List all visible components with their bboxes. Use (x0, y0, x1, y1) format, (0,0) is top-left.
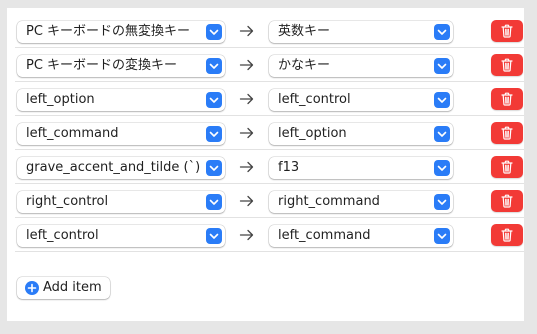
right-arrow-icon (239, 58, 255, 72)
to-key-select[interactable]: left_control (269, 89, 453, 111)
mapping-row: grave_accent_and_tilde (`) f13 (15, 150, 524, 184)
chevron-down-icon (434, 228, 450, 244)
to-key-select[interactable]: f13 (269, 157, 453, 179)
delete-button[interactable] (491, 54, 523, 76)
right-arrow-icon (239, 228, 255, 242)
from-key-value: left_command (26, 126, 119, 141)
right-arrow-icon (239, 194, 255, 208)
chevron-down-icon (206, 58, 222, 74)
mapping-row: PC キーボードの変換キー かなキー (15, 48, 524, 82)
plus-circle-icon (25, 281, 39, 295)
mapping-row: right_control right_command (15, 184, 524, 218)
to-key-value: left_option (278, 126, 347, 141)
chevron-down-icon (434, 160, 450, 176)
add-item-label: Add item (43, 280, 102, 295)
from-key-select[interactable]: left_command (17, 123, 225, 145)
delete-button[interactable] (491, 20, 523, 42)
chevron-down-icon (206, 194, 222, 210)
from-key-value: PC キーボードの無変換キー (26, 24, 191, 39)
chevron-down-icon (434, 194, 450, 210)
to-key-select[interactable]: left_option (269, 123, 453, 145)
right-arrow-icon (239, 24, 255, 38)
chevron-down-icon (434, 58, 450, 74)
chevron-down-icon (206, 160, 222, 176)
mapping-row: left_control left_command (15, 218, 524, 252)
from-key-select[interactable]: PC キーボードの無変換キー (17, 21, 225, 43)
to-key-value: left_command (278, 228, 371, 243)
from-key-value: right_control (26, 194, 109, 209)
add-item-button[interactable]: Add item (17, 277, 110, 299)
right-arrow-icon (239, 92, 255, 106)
delete-button[interactable] (491, 88, 523, 110)
to-key-select[interactable]: left_command (269, 225, 453, 247)
delete-button[interactable] (491, 122, 523, 144)
to-key-value: left_control (278, 92, 351, 107)
to-key-value: f13 (278, 160, 300, 175)
from-key-value: left_option (26, 92, 95, 107)
from-key-value: PC キーボードの変換キー (26, 58, 178, 73)
right-arrow-icon (239, 126, 255, 140)
right-arrow-icon (239, 160, 255, 174)
to-key-value: 英数キー (278, 24, 331, 39)
from-key-select[interactable]: left_control (17, 225, 225, 247)
chevron-down-icon (206, 24, 222, 40)
from-key-select[interactable]: left_option (17, 89, 225, 111)
delete-button[interactable] (491, 224, 523, 246)
mapping-row: PC キーボードの無変換キー 英数キー (15, 14, 524, 48)
chevron-down-icon (206, 228, 222, 244)
mapping-list: PC キーボードの無変換キー 英数キー PC キーボードの変換キー かなキー left_… (15, 14, 524, 252)
chevron-down-icon (206, 126, 222, 142)
mappings-panel: PC キーボードの無変換キー 英数キー PC キーボードの変換キー かなキー left_… (7, 8, 524, 321)
from-key-value: grave_accent_and_tilde (`) (26, 160, 201, 175)
to-key-value: right_command (278, 194, 380, 209)
chevron-down-icon (434, 126, 450, 142)
to-key-select[interactable]: 英数キー (269, 21, 453, 43)
delete-button[interactable] (491, 190, 523, 212)
to-key-select[interactable]: かなキー (269, 55, 453, 77)
from-key-value: left_control (26, 228, 99, 243)
to-key-select[interactable]: right_command (269, 191, 453, 213)
delete-button[interactable] (491, 156, 523, 178)
chevron-down-icon (434, 24, 450, 40)
from-key-select[interactable]: PC キーボードの変換キー (17, 55, 225, 77)
from-key-select[interactable]: right_control (17, 191, 225, 213)
chevron-down-icon (434, 92, 450, 108)
mapping-row: left_command left_option (15, 116, 524, 150)
mapping-row: left_option left_control (15, 82, 524, 116)
to-key-value: かなキー (278, 58, 331, 73)
chevron-down-icon (206, 92, 222, 108)
from-key-select[interactable]: grave_accent_and_tilde (`) (17, 157, 225, 179)
